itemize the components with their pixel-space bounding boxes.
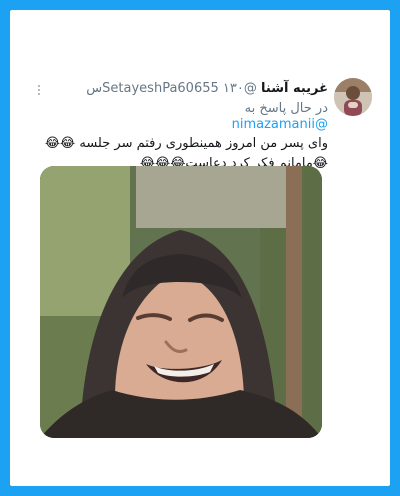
avatar[interactable] — [334, 78, 372, 116]
reply-mention-link[interactable]: @nimazamanii — [28, 116, 328, 134]
tweet-frame: غریبه آشنا @SetayeshPa60655 ۱۳۰س در حال … — [10, 10, 390, 486]
avatar-image — [334, 78, 372, 116]
tweet-header: غریبه آشنا @SetayeshPa60655 ۱۳۰س — [28, 80, 328, 98]
tweet-photo[interactable] — [40, 166, 322, 438]
tweet-photo-image — [40, 166, 322, 438]
tweet-card[interactable]: غریبه آشنا @SetayeshPa60655 ۱۳۰س در حال … — [10, 10, 390, 486]
author-name[interactable]: غریبه آشنا — [261, 81, 328, 96]
tweet-text-line-1: وای پسر من امروز همینطوری رفتم سر جلسه 😂… — [44, 136, 328, 151]
